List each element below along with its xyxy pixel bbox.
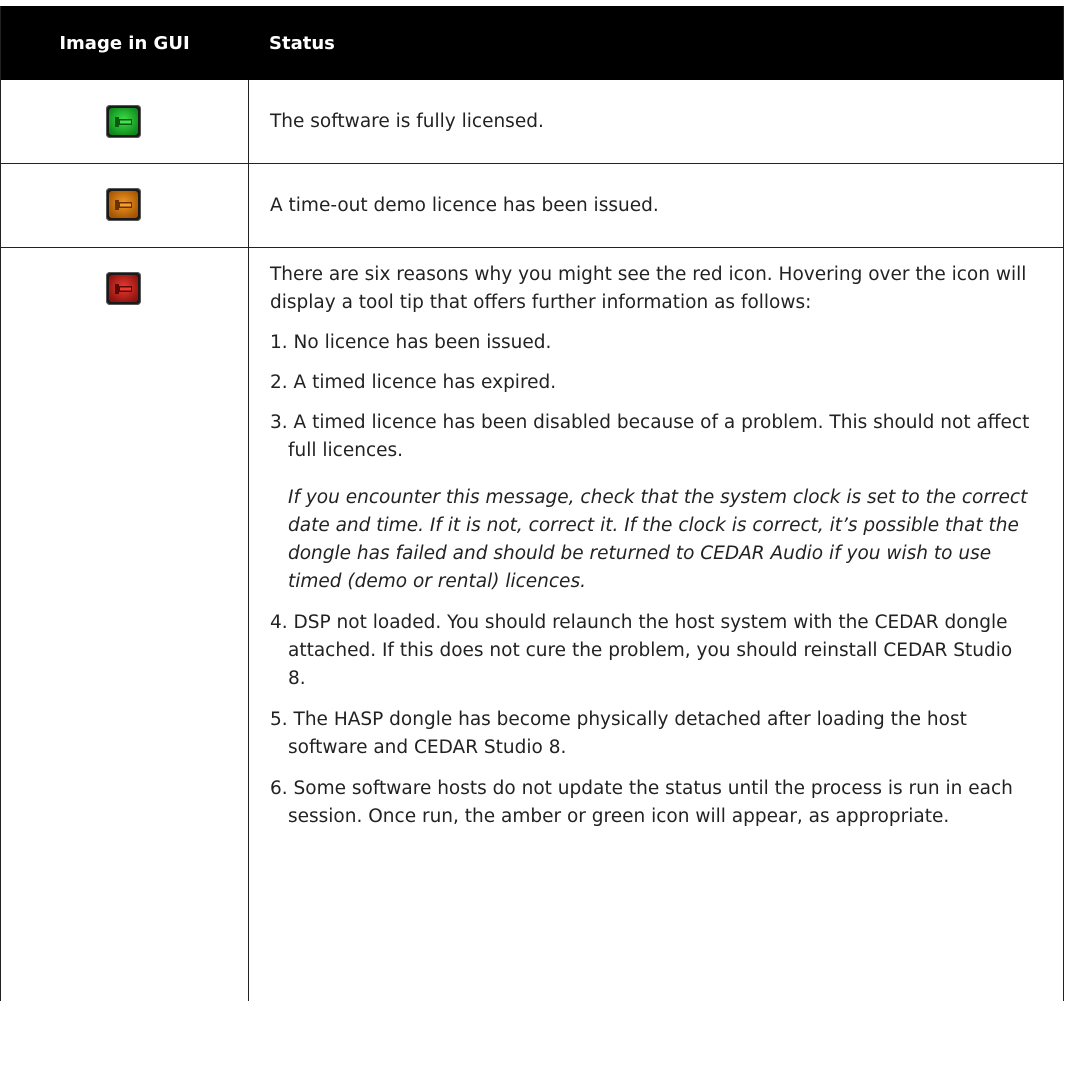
italic-note: If you encounter this message, check tha… xyxy=(288,487,1028,592)
list-item: 6. Some software hosts do not update the… xyxy=(270,778,1013,827)
table-row: A time-out demo licence has been issued. xyxy=(1,163,1063,247)
list-item: 2. A timed licence has expired. xyxy=(270,372,557,393)
header-image-in-gui: Image in GUI xyxy=(59,32,190,54)
status-text: The software is fully licensed. xyxy=(270,110,544,132)
status-text: A time-out demo licence has been issued. xyxy=(270,194,659,216)
red-licence-icon xyxy=(106,272,141,305)
table-header: Image in GUI Status xyxy=(1,6,1063,80)
icon-cell xyxy=(1,164,249,247)
list-item: 4. DSP not loaded. You should relaunch t… xyxy=(270,612,1013,689)
header-status: Status xyxy=(269,32,335,54)
icon-cell xyxy=(1,248,249,1001)
licence-status-table: Image in GUI Status The software is full… xyxy=(0,6,1064,1001)
list-item: 5. The HASP dongle has become physically… xyxy=(270,709,967,758)
amber-licence-icon xyxy=(106,188,141,221)
status-text: There are six reasons why you might see … xyxy=(249,248,1063,1001)
green-licence-icon xyxy=(106,105,141,138)
red-icon-intro: There are six reasons why you might see … xyxy=(270,264,1027,313)
list-item: 3. A timed licence has been disabled bec… xyxy=(270,412,1030,461)
table-row: There are six reasons why you might see … xyxy=(1,247,1063,1001)
icon-cell xyxy=(1,80,249,163)
list-item: 1. No licence has been issued. xyxy=(270,332,552,353)
table-row: The software is fully licensed. xyxy=(1,80,1063,163)
